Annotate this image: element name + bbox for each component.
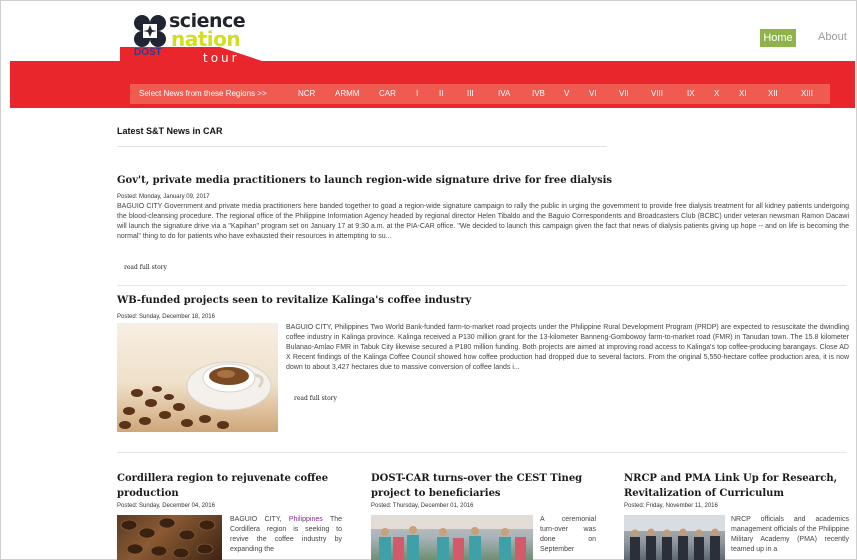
region-link-iva[interactable]: IVA [498, 89, 510, 98]
nav-home-link[interactable]: Home [760, 29, 796, 47]
region-selector-label: Select News from these Regions >> [139, 89, 267, 98]
column-article-title[interactable]: DOST-CAR turns-over the CEST Tineg proje… [371, 471, 591, 501]
region-link-xii[interactable]: XII [768, 89, 778, 98]
region-link-v[interactable]: V [564, 89, 569, 98]
logo-nation-text: nation [171, 27, 241, 51]
region-link-ivb[interactable]: IVB [532, 89, 545, 98]
column-article-posted-date: Posted: Sunday, December 04, 2016 [117, 503, 215, 509]
region-link-vii[interactable]: VII [619, 89, 629, 98]
column-article-posted-date: Posted: Friday, November 11, 2016 [624, 503, 718, 509]
column-article-body-link[interactable]: Philippines [289, 516, 323, 523]
meeting-photo-illustration [624, 515, 725, 560]
column-article-body: BAGUIO CITY, Philippines The Cordillera … [230, 515, 342, 555]
region-link-car[interactable]: CAR [379, 89, 396, 98]
column-article-title[interactable]: NRCP and PMA Link Up for Research, Revit… [624, 471, 844, 501]
region-link-armm[interactable]: ARMM [335, 89, 359, 98]
read-full-story-link[interactable]: read full story [124, 264, 167, 271]
region-link-ix[interactable]: IX [687, 89, 695, 98]
dost-logo-icon [134, 15, 166, 47]
article-body: BAGUIO CITY Government and private media… [117, 203, 849, 240]
region-selector-bar: Select News from these Regions >> NCR AR… [130, 84, 830, 104]
column-article-title[interactable]: Cordillera region to rejuvenate coffee p… [117, 471, 337, 501]
column-thumbnail-group-photo[interactable] [371, 515, 533, 560]
region-link-vi[interactable]: VI [589, 89, 597, 98]
coffee-beans-illustration [120, 517, 216, 559]
article-divider [117, 452, 847, 453]
section-title: Latest S&T News in CAR [117, 126, 223, 136]
article-divider [117, 285, 847, 286]
column-thumbnail-coffee-beans[interactable] [117, 515, 222, 560]
column-article-body-start: BAGUIO CITY, [230, 516, 282, 523]
logo-tour-text: tour [203, 51, 240, 65]
article-posted-date: Posted: Monday, January 09, 2017 [117, 194, 210, 200]
region-link-x[interactable]: X [714, 89, 719, 98]
coffee-cup-illustration [119, 361, 272, 429]
region-link-xi[interactable]: XI [739, 89, 747, 98]
article-body: BAGUIO CITY, Philippines Two World Bank-… [286, 324, 849, 371]
article-title[interactable]: Gov't, private media practitioners to la… [117, 175, 837, 186]
article-thumbnail-coffee-cup[interactable] [117, 323, 278, 432]
nav-about-link[interactable]: About [818, 31, 847, 43]
region-link-xiii[interactable]: XIII [801, 89, 813, 98]
read-full-story-link[interactable]: read full story [294, 395, 337, 402]
column-article-posted-date: Posted: Thursday, December 01, 2016 [371, 503, 474, 509]
site-logo[interactable]: science nation DOST tour [133, 10, 253, 66]
column-thumbnail-meeting-photo[interactable] [624, 515, 725, 560]
section-divider [117, 146, 607, 147]
article-posted-date: Posted: Sunday, December 18, 2016 [117, 314, 215, 320]
region-link-i[interactable]: I [416, 89, 418, 98]
column-article-body: NRCP officials and academics management … [731, 516, 849, 553]
region-link-iii[interactable]: III [467, 89, 474, 98]
region-link-ii[interactable]: II [439, 89, 443, 98]
region-link-ncr[interactable]: NCR [298, 89, 315, 98]
column-article-body: A ceremonial turn-over was done on Septe… [540, 516, 596, 553]
region-link-viii[interactable]: VIII [651, 89, 663, 98]
logo-dost-text: DOST [134, 47, 162, 58]
article-title[interactable]: WB-funded projects seen to revitalize Ka… [117, 295, 837, 306]
group-photo-illustration [371, 515, 533, 560]
